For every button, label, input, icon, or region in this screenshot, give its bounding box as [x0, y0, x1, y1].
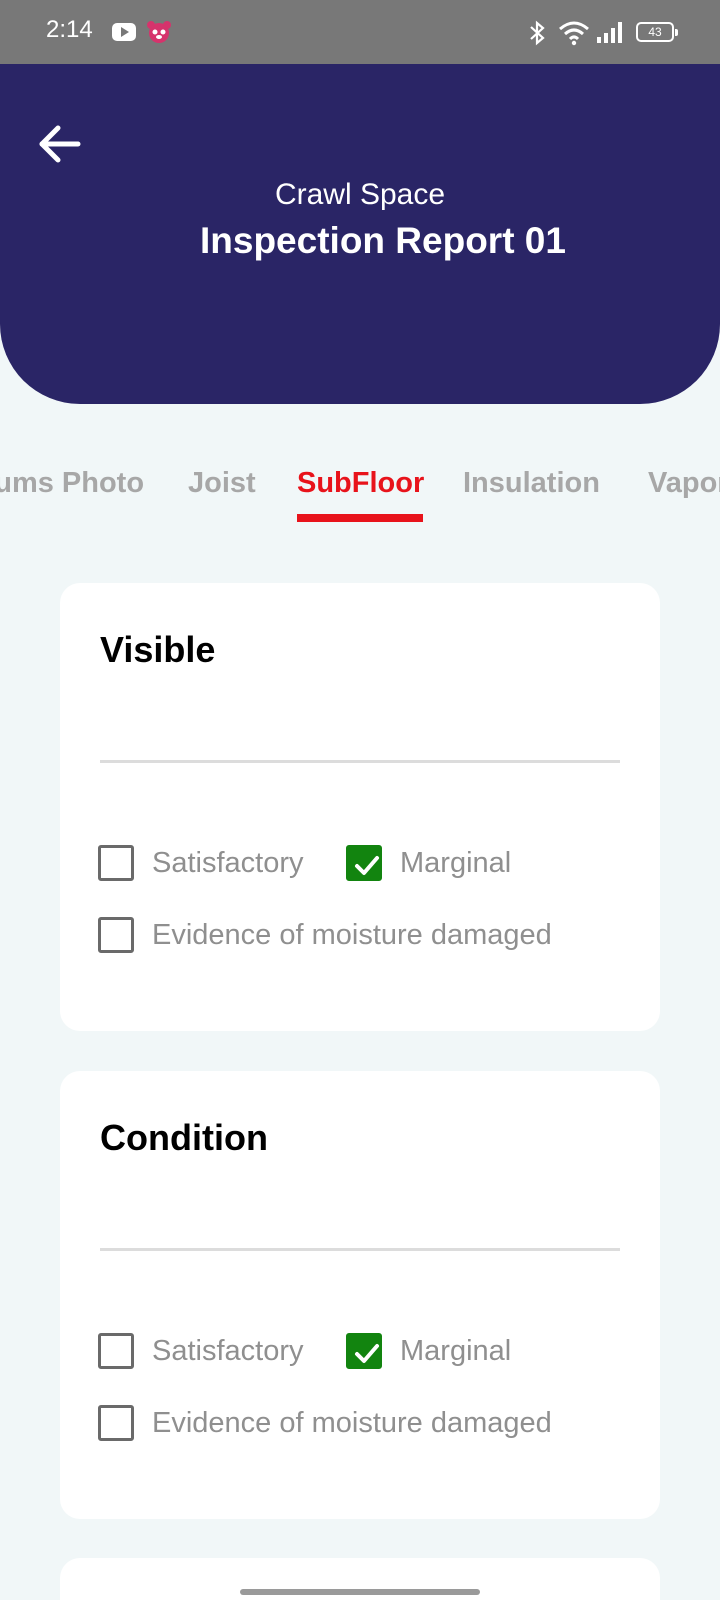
tab-subfloor[interactable]: SubFloor [297, 467, 424, 500]
tab-joist[interactable]: Joist [188, 467, 256, 500]
option-satisfactory[interactable]: Satisfactory [98, 845, 304, 881]
section-card-visible: Visible Satisfactory Marginal Evidence o… [60, 583, 660, 1031]
section-title: Condition [100, 1117, 268, 1158]
option-moisture-damaged[interactable]: Evidence of moisture damaged [98, 917, 552, 953]
header-subtitle: Crawl Space [274, 178, 446, 211]
status-bar: 2:14 43 [0, 0, 720, 64]
option-label: Marginal [400, 1334, 512, 1367]
tab-bar: Drums Photo Joist SubFloor Insulation Va… [0, 455, 720, 525]
option-marginal[interactable]: Marginal [346, 1333, 511, 1369]
check-icon [355, 856, 379, 875]
back-button[interactable] [36, 120, 84, 168]
signal-icon [596, 20, 626, 49]
status-time: 2:14 [46, 16, 93, 43]
checkbox[interactable] [98, 845, 134, 881]
arrow-left-icon [39, 125, 81, 163]
bluetooth-icon [528, 20, 546, 51]
section-notes-input[interactable] [100, 1189, 620, 1251]
header: Crawl Space Inspection Report 01 [0, 64, 720, 404]
checkbox[interactable] [98, 1333, 134, 1369]
section-title: Visible [100, 629, 216, 670]
tab-vapor[interactable]: Vapor [648, 467, 720, 500]
panda-app-icon [146, 19, 172, 50]
option-label: Evidence of moisture damaged [152, 1406, 552, 1439]
option-label: Marginal [400, 846, 512, 879]
option-satisfactory[interactable]: Satisfactory [98, 1333, 304, 1369]
checkbox[interactable] [98, 1405, 134, 1441]
option-label: Satisfactory [152, 1334, 304, 1367]
tab-insulation[interactable]: Insulation [463, 467, 600, 500]
wifi-icon [558, 20, 590, 51]
section-card-condition: Condition Satisfactory Marginal Evidence… [60, 1071, 660, 1519]
section-notes-input[interactable] [100, 701, 620, 763]
check-icon [355, 1344, 379, 1363]
option-label: Evidence of moisture damaged [152, 918, 552, 951]
option-label: Satisfactory [152, 846, 304, 879]
checkbox-checked[interactable] [346, 1333, 382, 1369]
checkbox[interactable] [98, 917, 134, 953]
active-tab-indicator [297, 514, 423, 522]
youtube-icon [112, 22, 136, 47]
checkbox-checked[interactable] [346, 845, 382, 881]
home-indicator[interactable] [240, 1589, 480, 1595]
option-moisture-damaged[interactable]: Evidence of moisture damaged [98, 1405, 552, 1441]
tab-drums-photo[interactable]: Drums Photo [0, 467, 144, 500]
battery-icon: 43 [636, 22, 678, 42]
option-marginal[interactable]: Marginal [346, 845, 511, 881]
page-title: Inspection Report 01 [200, 220, 566, 261]
